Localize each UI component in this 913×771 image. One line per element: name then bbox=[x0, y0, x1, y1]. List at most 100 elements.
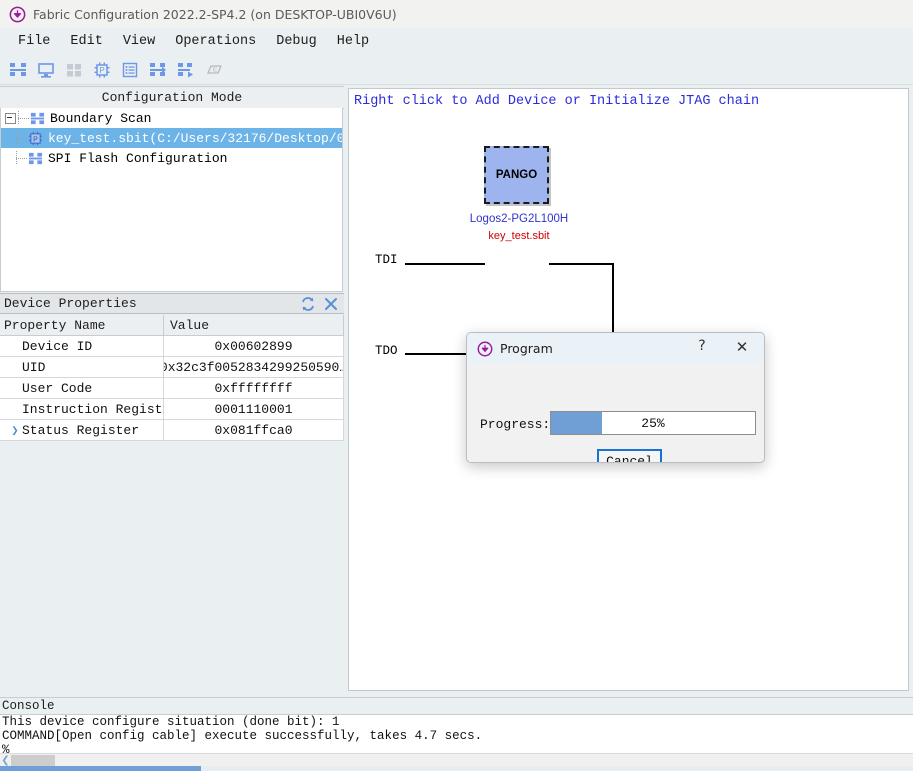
progress-bar: 25% bbox=[550, 411, 756, 435]
status-progress-fill bbox=[0, 766, 201, 771]
toolbar: P E bbox=[0, 55, 913, 85]
download-circle-icon bbox=[477, 341, 493, 356]
chain-icon bbox=[28, 152, 43, 164]
grid-icon bbox=[67, 63, 81, 76]
toolbar-chain-run-button[interactable] bbox=[172, 57, 200, 83]
tree-item-boundary-scan[interactable]: Boundary Scan bbox=[1, 108, 342, 128]
console-header: Console bbox=[0, 697, 913, 714]
configuration-mode-title: Configuration Mode bbox=[0, 86, 344, 109]
tree-connector bbox=[18, 111, 30, 125]
device-properties-title: Device Properties bbox=[4, 296, 137, 311]
toolbar-program-chip-button[interactable]: P bbox=[88, 57, 116, 83]
title-bar: Fabric Configuration 2022.2-SP4.2 (on DE… bbox=[0, 0, 913, 28]
svg-text:P: P bbox=[33, 136, 38, 143]
dialog-help-button[interactable]: ? bbox=[692, 338, 712, 354]
canvas-hint-text: Right click to Add Device or Initialize … bbox=[354, 94, 760, 109]
scrollbar-thumb[interactable] bbox=[11, 755, 55, 766]
scroll-left-icon[interactable]: ❮ bbox=[0, 755, 11, 766]
table-row[interactable]: ❯ Status Register 0x081ffca0 bbox=[0, 420, 344, 441]
table-row[interactable]: Instruction Register 0001110001 bbox=[0, 399, 344, 420]
device-properties-header: Device Properties bbox=[0, 293, 344, 314]
tree-item-key-test-sbit[interactable]: P key_test.sbit(C:/Users/32176/Desktop/0… bbox=[1, 128, 342, 148]
export-icon: E bbox=[207, 64, 222, 74]
menu-file[interactable]: File bbox=[8, 32, 60, 51]
console-line: COMMAND[Open config cable] execute succe… bbox=[2, 729, 483, 743]
tdi-wire bbox=[405, 263, 485, 265]
tree-connector bbox=[16, 151, 28, 165]
console-title: Console bbox=[2, 699, 55, 713]
tree-connector bbox=[16, 131, 28, 145]
property-value-cell: 0xffffffff bbox=[164, 378, 344, 399]
toolbar-grid-button[interactable] bbox=[60, 57, 88, 83]
property-name-text: UID bbox=[22, 359, 46, 375]
column-header-value: Value bbox=[164, 315, 344, 336]
property-name-text: User Code bbox=[22, 380, 93, 396]
menu-bar: File Edit View Operations Debug Help bbox=[0, 28, 913, 55]
dialog-close-button[interactable]: ✕ bbox=[732, 338, 752, 356]
table-row[interactable]: User Code 0xffffffff bbox=[0, 378, 344, 399]
device-properties-panel: Device Properties Property Name Value De… bbox=[0, 293, 344, 693]
svg-text:P: P bbox=[99, 66, 104, 75]
svg-text:E: E bbox=[213, 66, 218, 73]
configuration-mode-tree[interactable]: Boundary Scan P key_test.sbit(C:/Users/3… bbox=[0, 108, 343, 292]
dialog-body: Progress: 25% Cancel bbox=[467, 364, 764, 462]
collapse-expander-icon[interactable] bbox=[5, 112, 16, 124]
menu-view[interactable]: View bbox=[113, 32, 165, 51]
menu-edit[interactable]: Edit bbox=[60, 32, 112, 51]
property-name-text: Device ID bbox=[22, 338, 93, 354]
property-name-cell: ❯ Status Register bbox=[0, 420, 164, 441]
console-horizontal-scrollbar[interactable]: ❮ bbox=[0, 753, 913, 767]
toolbar-chain-add-button[interactable] bbox=[144, 57, 172, 83]
tree-item-label: Boundary Scan bbox=[50, 110, 152, 126]
toolbar-monitor-button[interactable] bbox=[32, 57, 60, 83]
chip-label: PANGO bbox=[495, 169, 538, 181]
property-name-text: Status Register bbox=[22, 422, 140, 438]
cancel-button[interactable]: Cancel bbox=[597, 449, 662, 462]
toolbar-chain-button[interactable] bbox=[4, 57, 32, 83]
chip-icon: P bbox=[94, 62, 110, 77]
property-value-cell: 0x32c3f0052834299250590… bbox=[164, 357, 344, 378]
menu-debug[interactable]: Debug bbox=[266, 32, 327, 51]
table-header-row: Property Name Value bbox=[0, 315, 344, 336]
list-icon bbox=[122, 62, 138, 77]
progress-percent-text: 25% bbox=[641, 415, 665, 431]
property-name-cell: UID bbox=[0, 357, 164, 378]
column-header-property-name: Property Name bbox=[0, 315, 164, 336]
menu-operations[interactable]: Operations bbox=[165, 32, 266, 51]
window-title: Fabric Configuration 2022.2-SP4.2 (on DE… bbox=[33, 6, 397, 22]
expand-row-icon[interactable]: ❯ bbox=[8, 423, 22, 438]
progress-label: Progress: bbox=[480, 417, 551, 432]
table-row[interactable]: Device ID 0x00602899 bbox=[0, 336, 344, 357]
download-circle-icon bbox=[9, 6, 26, 22]
chain-add-icon bbox=[150, 62, 166, 76]
chip-output-wire bbox=[549, 263, 614, 265]
toolbar-properties-button[interactable] bbox=[116, 57, 144, 83]
property-name-text: Instruction Register bbox=[22, 401, 164, 417]
chain-run-icon bbox=[178, 62, 193, 77]
property-name-cell: User Code bbox=[0, 378, 164, 399]
property-value-cell: 0x00602899 bbox=[164, 336, 344, 357]
refresh-icon[interactable] bbox=[300, 296, 316, 312]
chip-p-icon: P bbox=[28, 131, 43, 145]
property-name-cell: Device ID bbox=[0, 336, 164, 357]
application-window: Fabric Configuration 2022.2-SP4.2 (on DE… bbox=[0, 0, 913, 771]
status-progress-bar bbox=[0, 766, 913, 771]
device-name-label: Logos2-PG2L100H bbox=[469, 213, 569, 225]
tdi-label: TDI bbox=[375, 253, 398, 267]
device-chip[interactable]: PANGO bbox=[484, 146, 549, 204]
console-output[interactable]: This device configure situation (done bi… bbox=[0, 714, 913, 753]
property-name-cell: Instruction Register bbox=[0, 399, 164, 420]
table-row[interactable]: UID 0x32c3f0052834299250590… bbox=[0, 357, 344, 378]
chain-icon bbox=[30, 112, 45, 124]
toolbar-export-button[interactable]: E bbox=[200, 57, 228, 83]
tree-item-spi-flash-configuration[interactable]: SPI Flash Configuration bbox=[1, 148, 342, 168]
menu-help[interactable]: Help bbox=[327, 32, 379, 51]
chain-icon bbox=[10, 62, 26, 76]
left-panel-column: Configuration Mode Boundary Scan P key_t… bbox=[0, 86, 344, 693]
close-icon[interactable] bbox=[324, 297, 338, 311]
tdo-label: TDO bbox=[375, 344, 398, 358]
device-file-label: key_test.sbit bbox=[488, 230, 550, 242]
program-dialog[interactable]: Program ? ✕ Progress: 25% Cancel bbox=[466, 332, 765, 463]
dialog-title-bar: Program ? ✕ bbox=[467, 333, 764, 364]
console-line: % bbox=[2, 743, 10, 753]
